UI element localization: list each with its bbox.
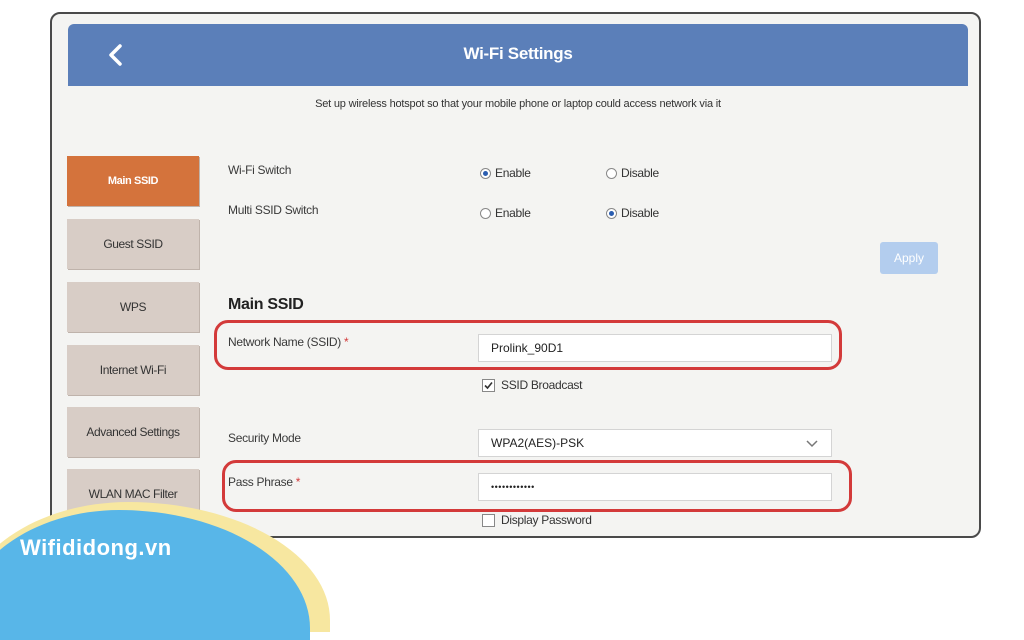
- security-mode-label: Security Mode: [228, 431, 301, 445]
- required-mark: *: [344, 335, 349, 349]
- required-mark: *: [295, 475, 301, 489]
- sidebar-item-advanced-settings[interactable]: Advanced Settings: [67, 407, 199, 457]
- radio-label: Disable: [621, 166, 659, 180]
- sidebar-item-label: WLAN MAC Filter: [88, 487, 178, 501]
- page-subtitle: Set up wireless hotspot so that your mob…: [315, 98, 721, 110]
- apply-button[interactable]: Apply: [880, 242, 938, 274]
- settings-window: Wi-Fi Settings Set up wireless hotspot s…: [50, 12, 981, 538]
- radio-unselected-icon: [606, 167, 617, 179]
- network-name-label: Network Name (SSID) *: [228, 335, 349, 349]
- chevron-down-icon: [806, 440, 818, 448]
- sidebar-item-label: Internet Wi-Fi: [99, 363, 167, 377]
- pass-phrase-value: ••••••••••••: [491, 482, 535, 492]
- ssid-broadcast-checkbox[interactable]: SSID Broadcast: [482, 378, 582, 392]
- radio-label: Enable: [495, 166, 531, 180]
- multi-ssid-switch-label: Multi SSID Switch: [228, 203, 319, 217]
- network-name-label-text: Network Name (SSID): [228, 335, 341, 349]
- sidebar-item-label: Advanced Settings: [86, 425, 180, 439]
- ssid-broadcast-label: SSID Broadcast: [501, 378, 583, 392]
- display-password-label: Display Password: [501, 513, 592, 527]
- wifi-switch-disable-radio[interactable]: Disable: [606, 166, 659, 180]
- sidebar-item-guest-ssid[interactable]: Guest SSID: [67, 219, 199, 269]
- sidebar-item-main-ssid[interactable]: Main SSID: [67, 156, 199, 206]
- pass-phrase-input[interactable]: ••••••••••••: [478, 473, 832, 501]
- security-mode-value: WPA2(AES)-PSK: [491, 436, 585, 450]
- sidebar-item-wps[interactable]: WPS: [67, 282, 199, 332]
- radio-label: Enable: [495, 206, 531, 220]
- watermark-logo: Wifididong.vn: [20, 535, 172, 560]
- wifi-switch-label: Wi-Fi Switch: [228, 163, 292, 177]
- checkbox-unchecked-icon: [482, 513, 495, 527]
- radio-selected-icon: [480, 167, 491, 179]
- sidebar-item-label: WPS: [119, 300, 147, 314]
- display-password-checkbox[interactable]: Display Password: [482, 513, 592, 527]
- header-bar: Wi-Fi Settings: [68, 24, 968, 86]
- pass-phrase-label-text: Pass Phrase: [228, 475, 293, 489]
- sidebar-item-label: Main SSID: [107, 175, 159, 187]
- pass-phrase-label: Pass Phrase *: [228, 475, 300, 489]
- network-name-input[interactable]: Prolink_90D1: [478, 334, 832, 362]
- radio-selected-icon: [606, 207, 617, 219]
- security-mode-select[interactable]: WPA2(AES)-PSK: [478, 429, 832, 457]
- wifi-switch-enable-radio[interactable]: Enable: [480, 166, 531, 180]
- page-title: Wi-Fi Settings: [463, 44, 573, 63]
- multi-ssid-enable-radio[interactable]: Enable: [480, 206, 531, 220]
- checkbox-checked-icon: [482, 378, 495, 392]
- multi-ssid-disable-radio[interactable]: Disable: [606, 206, 659, 220]
- network-name-value: Prolink_90D1: [491, 341, 564, 355]
- radio-label: Disable: [621, 206, 659, 220]
- radio-unselected-icon: [480, 207, 491, 219]
- section-title-main-ssid: Main SSID: [228, 296, 304, 313]
- sidebar-item-internet-wifi[interactable]: Internet Wi-Fi: [67, 345, 199, 395]
- sidebar-item-label: Guest SSID: [103, 237, 163, 251]
